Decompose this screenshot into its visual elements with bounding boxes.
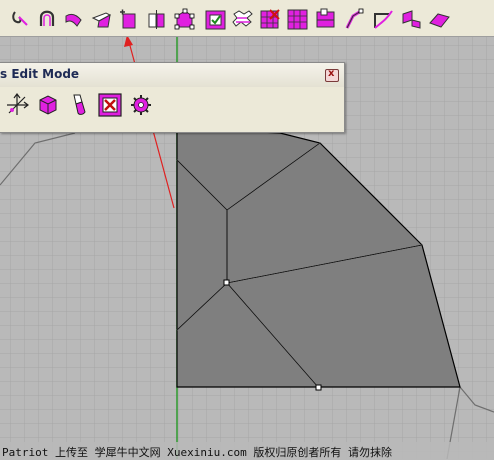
sweep-icon[interactable] [231,8,254,31]
edit-corner-icon[interactable] [372,8,395,31]
gear-tool-icon[interactable] [128,92,154,118]
layer-box-icon[interactable] [314,8,337,31]
close-icon: x [328,68,335,79]
watermark-text: Patriot 上传至 学犀牛中文网 Xuexiniu.com 版权归原创者所有… [2,446,392,459]
check-box-icon[interactable] [204,8,227,31]
mesh-vertex-point[interactable] [223,279,230,286]
panel-close-button[interactable]: x [325,68,339,82]
split-box-icon[interactable] [145,8,168,31]
delete-tool-icon[interactable] [97,92,123,118]
paint-tool-icon[interactable] [66,92,92,118]
panel-title-bar[interactable]: s Edit Mode x [0,63,344,87]
control-points-icon[interactable] [173,8,196,31]
cube-edit-icon[interactable] [35,92,61,118]
edit-mode-panel: s Edit Mode x [0,62,345,133]
extrude-curve-icon[interactable] [63,8,86,31]
curve-hook-icon[interactable] [10,8,33,31]
u-curve-icon[interactable] [36,8,59,31]
flat-patch-icon[interactable] [428,8,451,31]
grid-surface-icon[interactable] [286,8,309,31]
fold-surface-icon[interactable] [400,8,423,31]
panel-title: s Edit Mode [0,67,80,81]
watermark-bar: Patriot 上传至 学犀牛中文网 Xuexiniu.com 版权归原创者所有… [0,442,494,459]
delete-points-icon[interactable] [258,8,281,31]
axis-transform-icon[interactable] [4,92,30,118]
new-point-icon[interactable] [117,8,140,31]
main-toolbar [0,0,494,37]
bend-surface-icon[interactable] [90,8,113,31]
edge-vertex-point[interactable] [315,384,322,391]
move-curve-icon[interactable] [343,8,366,31]
